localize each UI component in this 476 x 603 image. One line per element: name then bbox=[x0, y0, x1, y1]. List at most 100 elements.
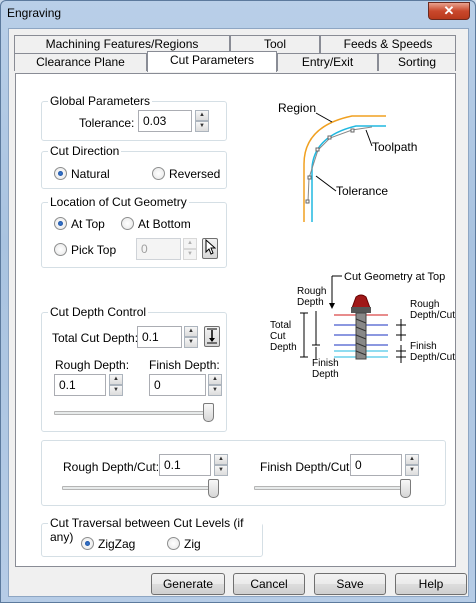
spin-up-icon[interactable]: ▲ bbox=[405, 454, 419, 465]
natural-label[interactable]: Natural bbox=[71, 167, 110, 181]
cut-geometry-top-label: Cut Geometry at Top bbox=[344, 271, 445, 283]
zigzag-radio[interactable] bbox=[81, 537, 94, 550]
region-curve bbox=[303, 115, 386, 222]
window-title: Engraving bbox=[7, 6, 62, 20]
rough-per-cut-slider-track[interactable] bbox=[62, 486, 217, 490]
tolerance-vertex bbox=[327, 135, 332, 140]
finish-depth-per-cut-spinner[interactable]: ▲ ▼ bbox=[405, 454, 419, 476]
finish-depth-spinner[interactable]: ▲ ▼ bbox=[208, 374, 222, 396]
spin-up-icon[interactable]: ▲ bbox=[109, 374, 123, 385]
spin-down-icon[interactable]: ▼ bbox=[214, 465, 228, 476]
tool-shank bbox=[351, 307, 371, 313]
region-pointer bbox=[315, 112, 333, 123]
spin-up-icon[interactable]: ▲ bbox=[183, 238, 197, 249]
spin-down-icon[interactable]: ▼ bbox=[208, 385, 222, 396]
title-bar[interactable]: Engraving ✕ bbox=[1, 1, 475, 27]
rough-depth-l1: Rough bbox=[297, 286, 326, 297]
tab-label: Entry/Exit bbox=[301, 55, 354, 69]
generate-button[interactable]: Generate bbox=[151, 573, 225, 595]
total-cut-depth-spinner[interactable]: ▲ ▼ bbox=[184, 326, 198, 348]
engraving-window: Engraving ✕ Machining Features/Regions T… bbox=[0, 0, 476, 603]
pick-top-label[interactable]: Pick Top bbox=[71, 243, 116, 257]
tolerance-vertex bbox=[315, 147, 320, 152]
spin-up-icon[interactable]: ▲ bbox=[184, 326, 198, 337]
at-top-label[interactable]: At Top bbox=[71, 217, 105, 231]
spin-down-icon[interactable]: ▼ bbox=[183, 249, 197, 260]
tab-sorting[interactable]: Sorting bbox=[378, 53, 456, 71]
region-label: Region bbox=[278, 101, 316, 115]
group-legend: Cut Direction bbox=[48, 144, 122, 158]
natural-radio[interactable] bbox=[54, 167, 67, 180]
tab-feeds-speeds[interactable]: Feeds & Speeds bbox=[320, 35, 456, 53]
total-depth-pick-button[interactable] bbox=[204, 326, 220, 347]
zigzag-label[interactable]: ZigZag bbox=[98, 537, 135, 551]
spin-up-icon[interactable]: ▲ bbox=[214, 454, 228, 465]
finish-depth-cut-l1: Finish bbox=[410, 341, 437, 352]
reversed-radio[interactable] bbox=[152, 167, 165, 180]
rough-depth-label: Rough Depth: bbox=[55, 358, 130, 372]
total-cut-depth-input[interactable]: 0.1 bbox=[137, 326, 182, 348]
depth-per-cut-group: Rough Depth/Cut: 0.1 ▲ ▼ Finish Depth/Cut… bbox=[41, 440, 446, 506]
help-button[interactable]: Help bbox=[395, 573, 467, 595]
spin-down-icon[interactable]: ▼ bbox=[109, 385, 123, 396]
toolpath-pointer bbox=[365, 129, 373, 147]
spin-up-icon[interactable]: ▲ bbox=[208, 374, 222, 385]
total-cut-depth-l2: Cut bbox=[270, 331, 286, 342]
tab-entry-exit[interactable]: Entry/Exit bbox=[277, 53, 378, 71]
rough-depth-input[interactable]: 0.1 bbox=[54, 374, 106, 396]
location-group: Location of Cut Geometry At Top At Botto… bbox=[41, 195, 227, 268]
rough-depth-per-cut-spinner[interactable]: ▲ ▼ bbox=[214, 454, 228, 476]
finish-depth-per-cut-input[interactable]: 0 bbox=[350, 454, 402, 476]
zig-label[interactable]: Zig bbox=[184, 537, 201, 551]
depth-split-slider-thumb[interactable] bbox=[203, 403, 214, 422]
cancel-button[interactable]: Cancel bbox=[233, 573, 305, 595]
cursor-arrow-icon bbox=[205, 238, 217, 255]
tab-label: Sorting bbox=[397, 55, 437, 69]
button-label: Generate bbox=[162, 577, 214, 591]
tab-cut-parameters[interactable]: Cut Parameters bbox=[147, 51, 277, 72]
tool-tip-shape bbox=[351, 294, 371, 309]
at-top-radio[interactable] bbox=[54, 217, 67, 230]
pick-top-input[interactable]: 0 bbox=[136, 238, 181, 260]
spin-down-icon[interactable]: ▼ bbox=[184, 337, 198, 348]
toolpath-label: Toolpath bbox=[372, 140, 417, 154]
close-button[interactable]: ✕ bbox=[428, 2, 470, 20]
finish-per-cut-slider-thumb[interactable] bbox=[400, 479, 411, 498]
tab-clearance-plane[interactable]: Clearance Plane bbox=[14, 53, 147, 71]
group-legend: Cut Traversal between Cut Levels (if any… bbox=[48, 516, 262, 544]
finish-depth-input[interactable]: 0 bbox=[149, 374, 206, 396]
button-label: Cancel bbox=[250, 577, 288, 591]
total-cut-depth-label: Total Cut Depth: bbox=[52, 331, 139, 345]
rough-depth-cut-l2: Depth/Cut bbox=[410, 310, 455, 321]
tab-label: Machining Features/Regions bbox=[45, 37, 199, 51]
rough-per-cut-slider-thumb[interactable] bbox=[208, 479, 219, 498]
tolerance-spinner[interactable]: ▲ ▼ bbox=[195, 110, 209, 132]
tab-label: Cut Parameters bbox=[169, 53, 255, 67]
rough-depth-cut-l1: Rough bbox=[410, 299, 439, 310]
depth-split-slider-track[interactable] bbox=[54, 411, 212, 415]
zig-radio[interactable] bbox=[167, 537, 180, 550]
at-bottom-radio[interactable] bbox=[121, 217, 134, 230]
spin-down-icon[interactable]: ▼ bbox=[405, 465, 419, 476]
finish-per-cut-slider-track[interactable] bbox=[254, 486, 409, 490]
pick-top-button[interactable] bbox=[202, 238, 218, 259]
cut-traversal-group: Cut Traversal between Cut Levels (if any… bbox=[41, 516, 263, 557]
rough-depth-l2: Depth bbox=[297, 297, 324, 308]
tolerance-input[interactable]: 0.03 bbox=[138, 110, 192, 132]
tab-label: Clearance Plane bbox=[36, 55, 125, 69]
button-label: Help bbox=[418, 577, 444, 591]
pick-top-radio[interactable] bbox=[54, 243, 67, 256]
spin-up-icon[interactable]: ▲ bbox=[195, 110, 209, 121]
reversed-label[interactable]: Reversed bbox=[169, 167, 220, 181]
group-legend: Location of Cut Geometry bbox=[48, 195, 189, 209]
rough-depth-per-cut-input[interactable]: 0.1 bbox=[159, 454, 211, 476]
finish-depth-label: Finish Depth: bbox=[149, 358, 220, 372]
save-button[interactable]: Save bbox=[314, 573, 386, 595]
tolerance-label: Tolerance: bbox=[79, 116, 135, 130]
group-legend: Cut Depth Control bbox=[48, 305, 149, 319]
rough-depth-spinner[interactable]: ▲ ▼ bbox=[109, 374, 123, 396]
pick-top-spinner[interactable]: ▲ ▼ bbox=[183, 238, 197, 260]
spin-down-icon[interactable]: ▼ bbox=[195, 121, 209, 132]
total-cut-depth-l3: Depth bbox=[270, 342, 297, 353]
at-bottom-label[interactable]: At Bottom bbox=[138, 217, 191, 231]
